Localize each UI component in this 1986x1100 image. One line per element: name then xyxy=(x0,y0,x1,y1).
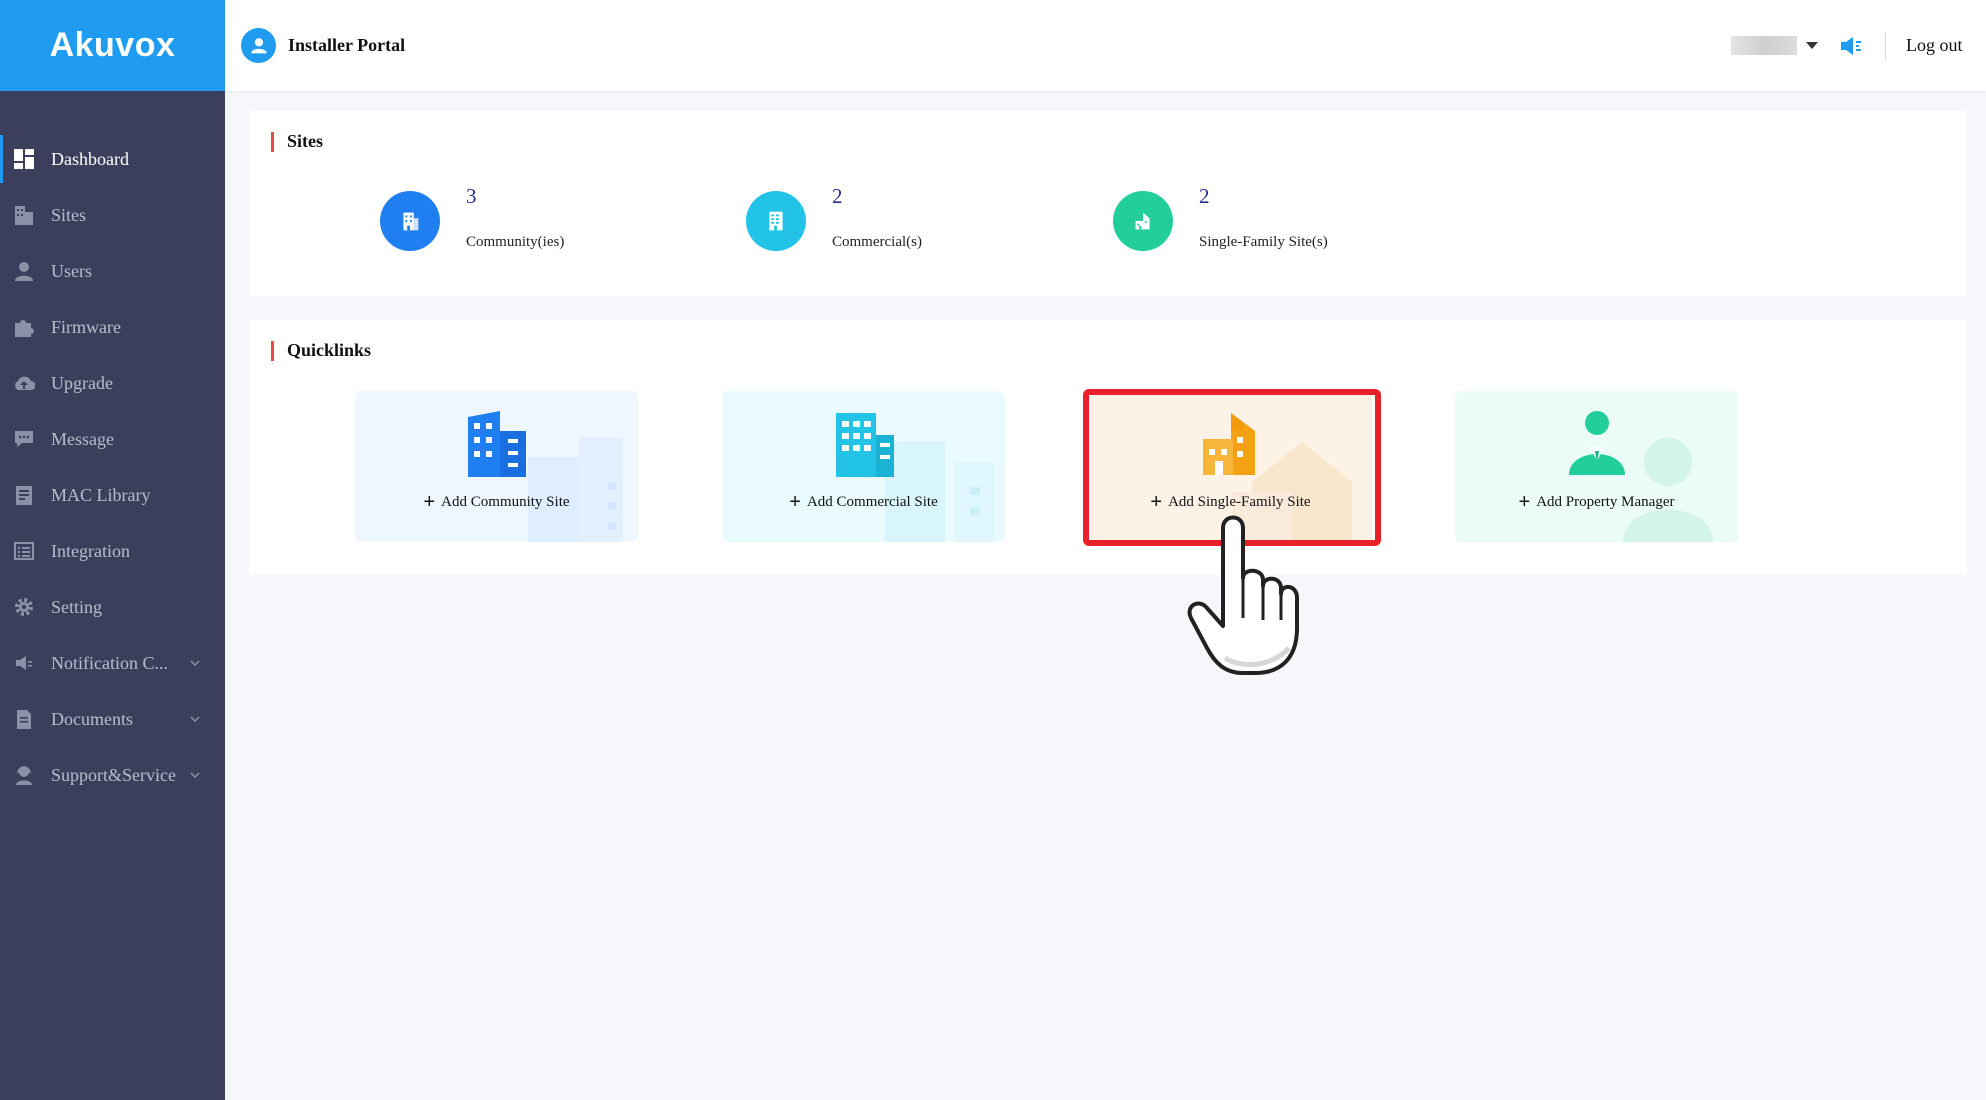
puzzle-icon xyxy=(12,315,36,339)
sidebar-item-label: Support&Service xyxy=(51,764,176,785)
headset-icon xyxy=(12,763,36,787)
quicklink-text: Add Property Manager xyxy=(1536,494,1675,510)
person-manager-icon xyxy=(1568,411,1625,475)
top-header: Installer Portal Log out xyxy=(225,0,1986,91)
list-icon xyxy=(12,539,36,563)
sidebar-nav: Dashboard Sites Users Firmware Upgrade M… xyxy=(0,131,225,803)
chevron-down-icon xyxy=(190,660,200,667)
community-building-icon xyxy=(380,191,440,251)
community-label: Community(ies) xyxy=(466,234,565,250)
sidebar-item-dashboard[interactable]: Dashboard xyxy=(0,131,225,187)
sidebar: Akuvox Dashboard Sites Users Firmware Up… xyxy=(0,0,225,1100)
chevron-down-icon xyxy=(190,716,200,723)
sidebar-item-users[interactable]: Users xyxy=(0,243,225,299)
caret-down-icon xyxy=(1806,42,1818,49)
book-icon xyxy=(12,483,36,507)
sidebar-item-upgrade[interactable]: Upgrade xyxy=(0,355,225,411)
single-family-count: 2 xyxy=(1199,184,1210,208)
sidebar-item-label: MAC Library xyxy=(51,484,151,505)
commercial-building-icon xyxy=(746,191,806,251)
sidebar-item-setting[interactable]: Setting xyxy=(0,579,225,635)
quicklinks-card: Quicklinks + Add Community Site + Add Co… xyxy=(249,320,1967,575)
community-building-icon xyxy=(467,411,526,477)
sidebar-item-label: Firmware xyxy=(51,316,121,337)
plus-icon: + xyxy=(1518,491,1531,513)
commercial-building-icon xyxy=(835,413,894,477)
building-icon xyxy=(12,203,36,227)
header-divider xyxy=(1885,32,1886,60)
quicklink-text: Add Community Site xyxy=(441,494,570,510)
commercial-label: Commercial(s) xyxy=(832,234,922,250)
buildings-watermark-icon xyxy=(528,437,623,542)
language-value-redacted xyxy=(1731,36,1797,55)
sidebar-item-integration[interactable]: Integration xyxy=(0,523,225,579)
community-count: 3 xyxy=(466,184,477,208)
portal-title: Installer Portal xyxy=(288,35,406,55)
sidebar-item-label: Users xyxy=(51,260,92,281)
sidebar-item-message[interactable]: Message xyxy=(0,411,225,467)
stat-commercial[interactable]: 2 Commercial(s) xyxy=(746,186,922,251)
add-community-site-label: + Add Community Site xyxy=(355,491,638,514)
quicklinks-title: Quicklinks xyxy=(271,340,371,361)
add-community-site-button[interactable]: + Add Community Site xyxy=(355,391,638,542)
house-icon xyxy=(1202,413,1255,475)
add-commercial-site-label: + Add Commercial Site xyxy=(722,491,1005,514)
chevron-down-icon xyxy=(190,772,200,779)
sidebar-item-label: Sites xyxy=(51,204,87,225)
sidebar-item-label: Dashboard xyxy=(51,148,129,169)
sites-title: Sites xyxy=(271,131,323,152)
person-watermark-icon xyxy=(1623,438,1713,542)
message-icon xyxy=(12,427,36,451)
sidebar-item-mac-library[interactable]: MAC Library xyxy=(0,467,225,523)
sidebar-item-label: Setting xyxy=(51,596,103,617)
akuvox-logo[interactable]: Akuvox xyxy=(0,0,225,91)
quicklink-text: Add Commercial Site xyxy=(806,494,938,510)
language-dropdown[interactable] xyxy=(1731,36,1818,55)
sidebar-item-label: Integration xyxy=(51,540,130,561)
sidebar-item-sites[interactable]: Sites xyxy=(0,187,225,243)
single-family-label: Single-Family Site(s) xyxy=(1199,234,1328,250)
plus-icon: + xyxy=(1150,491,1163,513)
sidebar-item-firmware[interactable]: Firmware xyxy=(0,299,225,355)
sidebar-item-label: Notification C... xyxy=(51,652,168,673)
dashboard-icon xyxy=(12,147,36,171)
commercial-count: 2 xyxy=(832,184,843,208)
add-property-manager-button[interactable]: + Add Property Manager xyxy=(1455,391,1738,542)
stat-single-family[interactable]: 2 Single-Family Site(s) xyxy=(1113,186,1328,251)
document-icon xyxy=(12,707,36,731)
sidebar-item-notification-center[interactable]: Notification C... xyxy=(0,635,225,691)
logo-text: Akuvox xyxy=(49,26,176,64)
speaker-icon xyxy=(12,651,36,675)
gear-icon xyxy=(12,595,36,619)
sidebar-item-label: Upgrade xyxy=(51,372,113,393)
user-avatar-icon xyxy=(241,28,276,63)
add-commercial-site-button[interactable]: + Add Commercial Site xyxy=(722,391,1005,542)
sidebar-item-documents[interactable]: Documents xyxy=(0,691,225,747)
house-icon xyxy=(1113,191,1173,251)
speaker-icon[interactable] xyxy=(1839,34,1865,58)
hand-pointer-icon xyxy=(1187,515,1299,675)
plus-icon: + xyxy=(423,491,436,513)
add-property-manager-label: + Add Property Manager xyxy=(1455,491,1738,514)
user-icon xyxy=(12,259,36,283)
plus-icon: + xyxy=(789,491,801,513)
sidebar-item-label: Message xyxy=(51,428,114,449)
portal-identity: Installer Portal xyxy=(241,28,405,63)
sidebar-item-support-service[interactable]: Support&Service xyxy=(0,747,225,803)
stat-community[interactable]: 3 Community(ies) xyxy=(380,186,565,251)
logout-button[interactable]: Log out xyxy=(1906,35,1963,56)
sidebar-item-label: Documents xyxy=(51,708,133,729)
sites-card: Sites 3 Community(ies) 2 Commercial(s) 2… xyxy=(249,111,1967,296)
cloud-upload-icon xyxy=(12,371,36,395)
